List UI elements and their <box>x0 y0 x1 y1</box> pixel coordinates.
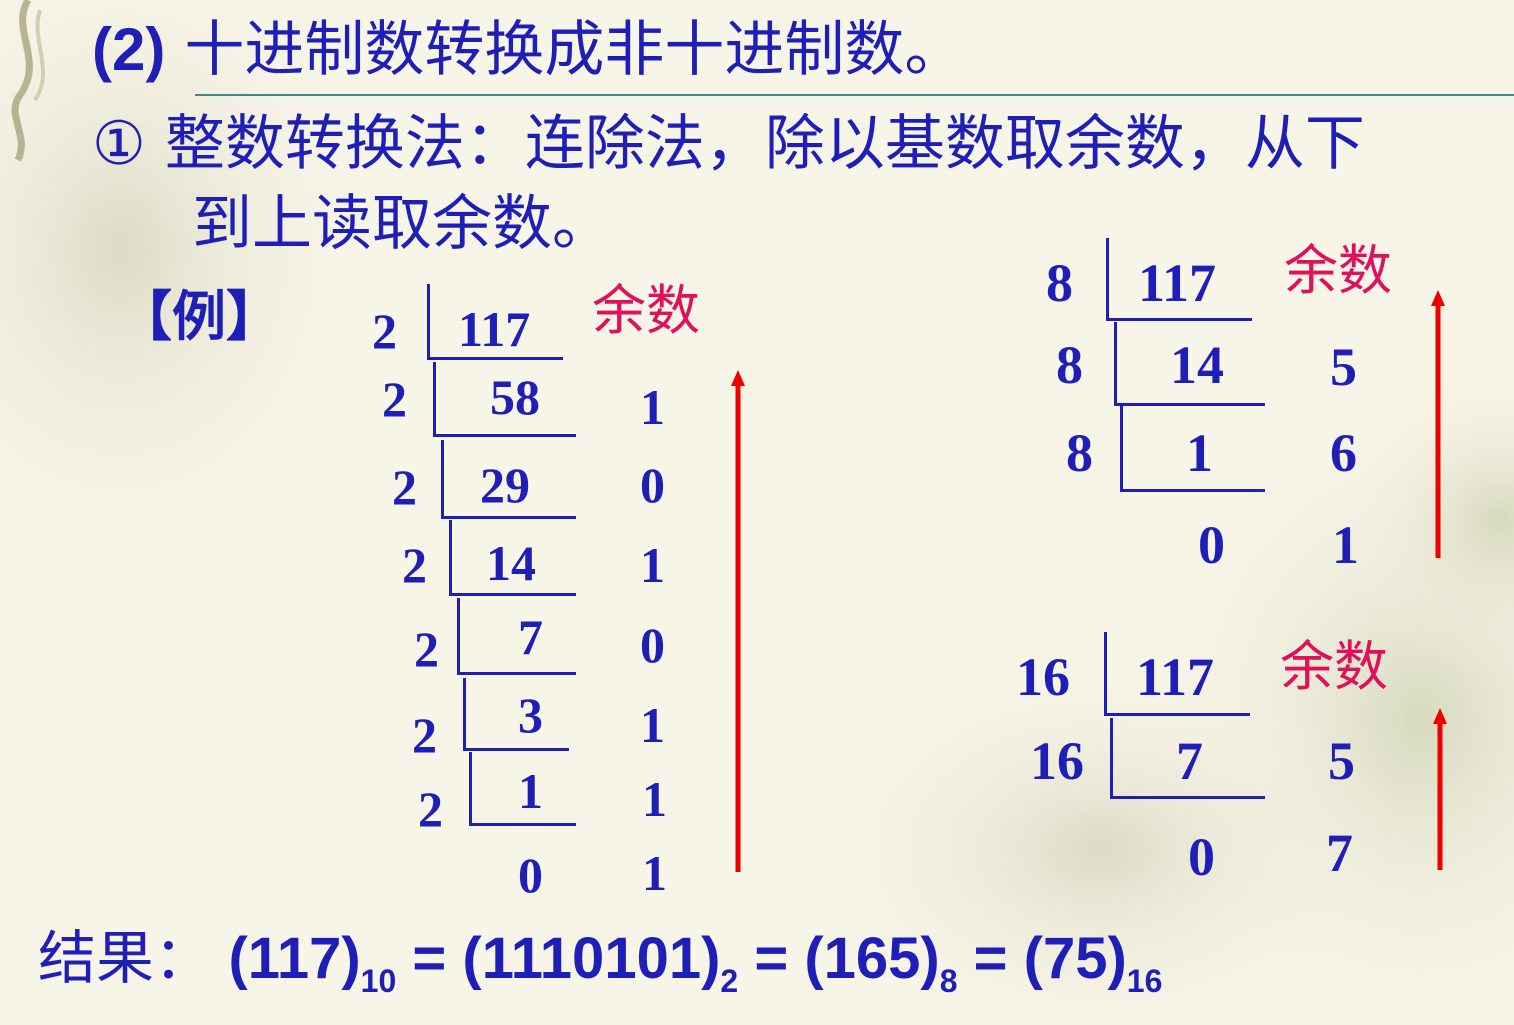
result-eq-2: = <box>738 926 805 991</box>
result-base2-sub: 2 <box>720 963 739 999</box>
result-line: 结果： (117)10 = (1110101)2 = (165)8 = (75)… <box>38 918 1162 1021</box>
result-label: 结果： <box>38 924 213 992</box>
result-eq-3: = <box>957 926 1024 991</box>
arrow-up-icon <box>731 370 745 872</box>
result-base16-value: (75) <box>1023 926 1127 991</box>
result-base10-sub: 10 <box>360 963 397 999</box>
arrow-up-icon <box>1431 290 1445 558</box>
result-base8-value: (165) <box>804 926 940 991</box>
result-base16-sub: 16 <box>1126 963 1163 999</box>
result-base2-value: (1110101) <box>462 926 721 991</box>
result-expression: (117)10 = (1110101)2 = (165)8 = (75)16 <box>228 926 1162 999</box>
read-direction-arrows <box>731 290 1447 872</box>
arrow-up-icon <box>1433 708 1447 870</box>
result-base8-sub: 8 <box>939 963 958 999</box>
result-base10-value: (117) <box>228 926 361 991</box>
result-eq-1: = <box>396 926 463 991</box>
